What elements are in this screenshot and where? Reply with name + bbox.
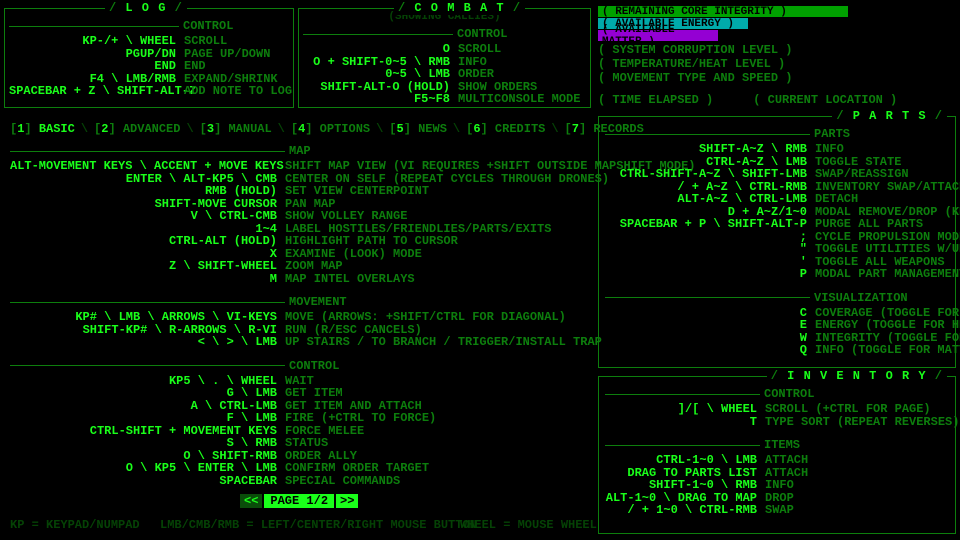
combat-panel: / C O M B A T / (showing CAllies) Contro… [298, 8, 591, 108]
keybind-row: RMB (Hold)Set View Centerpoint [10, 185, 590, 197]
status-line: ( Movement Type and Speed ) [598, 71, 956, 85]
keybind-row: 1~4Label Hostiles/Friendlies/Parts/Exits [10, 223, 590, 235]
keybind-row: / + 1~0 \ ctrl-RMBSwap [605, 504, 949, 516]
section-header: Control [303, 27, 586, 41]
time-elapsed: ( Time Elapsed ) [598, 93, 713, 107]
keybind-row: v \ Ctrl-CMBShow Volley Range [10, 210, 590, 222]
status-bar: ( Available Matter ) [598, 30, 718, 41]
status-line: ( Temperature/Heat Level ) [598, 57, 956, 71]
keybind-row: F4 \ LMB/RMBExpand/Shrink [9, 73, 289, 85]
tab-advanced[interactable]: [2] Advanced [94, 122, 180, 136]
keybind-row: oScroll [303, 43, 586, 55]
tab-credits[interactable]: [6] Credits [466, 122, 545, 136]
pager-prev[interactable]: << [240, 494, 262, 508]
section-header: Control [605, 387, 949, 401]
keybind-row: f \ LMBFire (+Ctrl to Force) [10, 412, 590, 424]
inventory-title: / I N V E N T O R Y / [767, 369, 947, 383]
keybind-row: Shift-Alt-o (Hold)Show Orders [303, 81, 586, 93]
legend-kp: KP = Keypad/Numpad [10, 518, 140, 532]
section-header: Map [10, 144, 590, 158]
combat-title: / C O M B A T / [394, 1, 525, 15]
keybind-row: d + A~Z/1~0Modal Remove/Drop (KB Mode) [605, 206, 949, 218]
keybind-row: s \ RMBStatus [10, 437, 590, 449]
legend-wh: Wheel = Mouse Wheel [460, 518, 597, 532]
keybind-row: Shift-1~0 \ RMBInfo [605, 479, 949, 491]
tab-manual[interactable]: [3] Manual [200, 122, 272, 136]
keybind-row: xExamine (Look) Mode [10, 248, 590, 260]
keybind-row: Alt-a~z \ Ctrl-LMBDetach [605, 193, 949, 205]
keybind-row: Alt-Movement Keys \ Accent + Move KeysSh… [10, 160, 590, 172]
section-header: Visualization [605, 291, 949, 305]
tab-news[interactable]: [5] News [389, 122, 447, 136]
section-header: Control [9, 19, 289, 33]
keybind-row: Spacebar + z \ Shift-Alt-zAdd Note to Lo… [9, 85, 289, 97]
keybind-row: F5~F8Multiconsole Mode [303, 93, 586, 105]
keybind-row: Shift-Move CursorPan Map [10, 198, 590, 210]
parts-title: / P A R T S / [832, 109, 947, 123]
status-bar: ( Remaining Core Integrity ) [598, 6, 848, 17]
keybind-row: Ctrl-Alt (Hold)Highlight Path to Cursor [10, 235, 590, 247]
keybind-row: KP5 \ . \ WheelWait [10, 375, 590, 387]
legend-mb: LMB/CMB/RMB = Left/Center/Right Mouse Bu… [160, 518, 477, 532]
keybind-row: Alt-1~0 \ Drag to MapDrop [605, 492, 949, 504]
keybind-row: "Toggle Utilities w/Upkeep [605, 243, 949, 255]
keybind-row: o \ KP5 \ Enter \ LMBConfirm Order Targe… [10, 462, 590, 474]
keybind-row: Drag to Parts ListAttach [605, 467, 949, 479]
keybind-row: g \ LMBGet Item [10, 387, 590, 399]
current-location: ( Current Location ) [753, 93, 897, 107]
pager-next[interactable]: >> [336, 494, 358, 508]
keybind-row: Enter \ Alt-KP5 \ CMBCenter on Self (Rep… [10, 173, 590, 185]
keybind-row: KP# \ LMB \ Arrows \ vi-keysMove (Arrows… [10, 311, 590, 323]
main-help: Map Alt-Movement Keys \ Accent + Move Key… [10, 140, 590, 487]
status-line: ( System Corruption Level ) [598, 43, 956, 57]
keybind-row: < \ > \ LMBUp Stairs / To Branch / Trigg… [10, 336, 590, 348]
keybind-row: o \ Shift-RMBOrder Ally [10, 450, 590, 462]
keybind-row: ;Cycle Propulsion Mode [605, 231, 949, 243]
inventory-panel: / I N V E N T O R Y / Control]/[ \ Wheel… [598, 376, 956, 534]
keybind-row: cCoverage (Toggle for Vuln.) [605, 307, 949, 319]
section-header: Items [605, 438, 949, 452]
status-bars: ( Remaining Core Integrity ) ( Available … [598, 6, 956, 107]
keybind-row: Ctrl-a~z \ LMBToggle State [605, 156, 949, 168]
section-header: Parts [605, 127, 949, 141]
keybind-row: z \ Shift-WheelZoom Map [10, 260, 590, 272]
keybind-row: qInfo (Toggle for Matter) [605, 344, 949, 356]
keybind-row: PgUp/DnPage Up/Down [9, 48, 289, 60]
keybind-row: Ctrl-Shift + Movement KeysForce Melee [10, 425, 590, 437]
keybind-row: 0~5 \ LMBOrder [303, 68, 586, 80]
tab-options[interactable]: [4] Options [291, 122, 370, 136]
keybind-row: EndEnd [9, 60, 289, 72]
log-panel: / L O G / ControlKP-/+ \ WheelScrollPgUp… [4, 8, 294, 108]
keybind-row: Shift-a~z \ RMBInfo [605, 143, 949, 155]
parts-panel: / P A R T S / PartsShift-a~z \ RMBInfoCt… [598, 116, 956, 368]
section-header: Control [10, 359, 590, 373]
keybind-row: ]/[ \ WheelScroll (+Ctrl for Page) [605, 403, 949, 415]
log-title: / L O G / [105, 1, 187, 15]
keybind-row: 'Toggle All Weapons [605, 256, 949, 268]
tab-basic[interactable]: [1] Basic [10, 122, 75, 136]
keybind-row: a \ Ctrl-LMBGet Item and Attach [10, 400, 590, 412]
keybind-row: Ctrl-1~0 \ LMBAttach [605, 454, 949, 466]
keybind-row: eEnergy (Toggle for Heat) [605, 319, 949, 331]
keybind-row: / + A~Z \ Ctrl-RMBInventory Swap/Attach [605, 181, 949, 193]
keybind-row: pModal Part Management [605, 268, 949, 280]
keybind-row: Spacebar + p \ Shift-Alt-pPurge All Part… [605, 218, 949, 230]
pager: << Page 1/2 >> [240, 494, 358, 508]
keybind-row: Shift-KP# \ r-Arrows \ r-viRun (r/Esc Ca… [10, 324, 590, 336]
section-header: Movement [10, 295, 590, 309]
keybind-row: tType Sort (Repeat Reverses) [605, 416, 949, 428]
keybind-row: Ctrl-Shift-a~z \ Shift-LMBSwap/Reassign [605, 168, 949, 180]
tab-bar: [1] Basic \[2] Advanced \[3] Manual \[4]… [10, 122, 644, 136]
keybind-row: KP-/+ \ WheelScroll [9, 35, 289, 47]
keybind-row: wIntegrity (Toggle for Mass) [605, 332, 949, 344]
keybind-row: SpacebarSpecial Commands [10, 475, 590, 487]
keybind-row: o + Shift-0~5 \ RMBInfo [303, 56, 586, 68]
pager-text: Page 1/2 [264, 494, 334, 508]
keybind-row: mMap Intel Overlays [10, 273, 590, 285]
